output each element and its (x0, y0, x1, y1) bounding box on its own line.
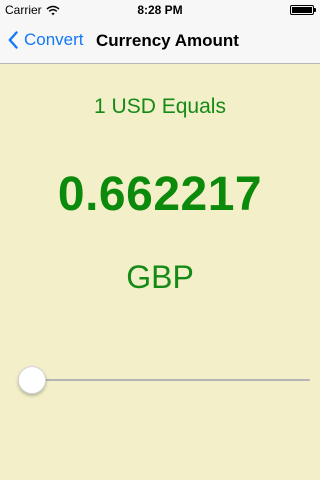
target-currency-code: GBP (126, 259, 194, 295)
back-button-label: Convert (24, 30, 84, 49)
chevron-left-icon (8, 31, 18, 49)
amount-slider[interactable] (18, 365, 310, 394)
page-title: Currency Amount (96, 31, 239, 50)
conversion-view: 1 USD Equals 0.662217 GBP (0, 64, 320, 480)
battery-icon (290, 5, 316, 15)
converted-rate-value: 0.662217 (57, 168, 263, 221)
slider-track[interactable] (18, 379, 310, 381)
battery-fill (292, 7, 312, 13)
status-bar: Carrier 8:28 PM (0, 0, 320, 20)
navigation-bar: Convert Currency Amount (0, 20, 320, 64)
top-bar: Carrier 8:28 PM Convert Currency Amount (0, 0, 320, 64)
base-amount-label: 1 USD Equals (94, 95, 226, 118)
status-time: 8:28 PM (137, 3, 183, 17)
slider-thumb[interactable] (18, 366, 46, 394)
back-button[interactable]: Convert (8, 30, 84, 50)
